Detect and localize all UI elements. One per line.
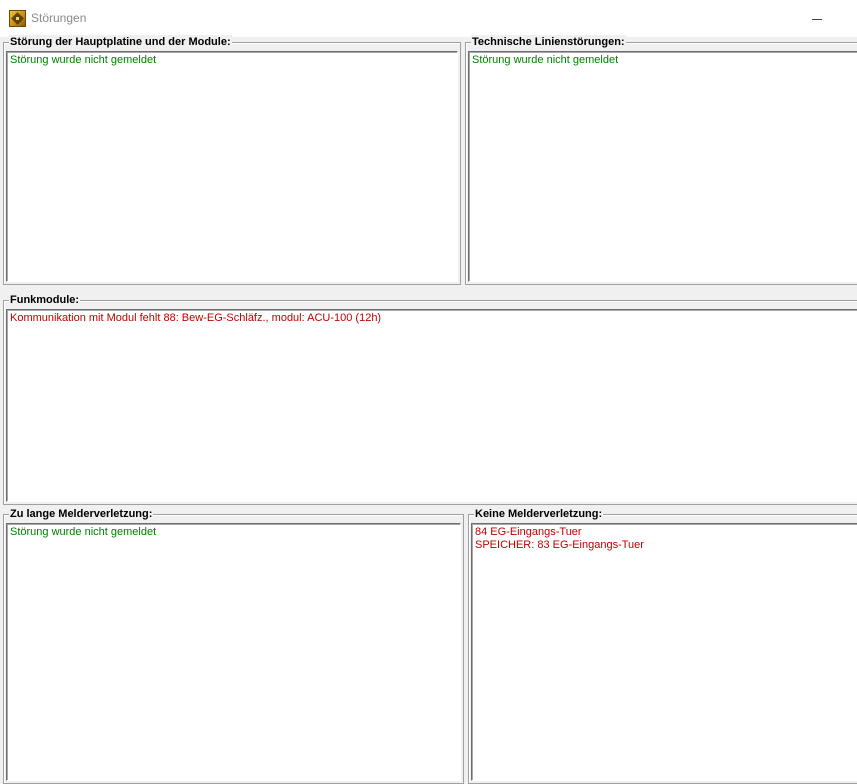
list-item[interactable]: Kommunikation mit Modul fehlt 88: Bew-EG… <box>10 312 857 325</box>
list-linienstoerungen[interactable]: Störung wurde nicht gemeldet <box>468 51 857 282</box>
group-title-linienstoerungen: Technische Linienstörungen: <box>471 35 626 49</box>
group-title-funkmodule: Funkmodule: <box>9 293 81 307</box>
window-title: Störungen <box>31 11 87 25</box>
list-item[interactable]: Störung wurde nicht gemeldet <box>10 526 460 539</box>
list-hauptplatine[interactable]: Störung wurde nicht gemeldet <box>6 51 458 282</box>
list-item[interactable]: Störung wurde nicht gemeldet <box>10 54 457 67</box>
group-title-keine: Keine Melderverletzung: <box>474 507 604 521</box>
list-funkmodule[interactable]: Kommunikation mit Modul fehlt 88: Bew-EG… <box>6 309 857 502</box>
app-icon <box>9 10 26 27</box>
group-funkmodule: Funkmodule: Kommunikation mit Modul fehl… <box>3 293 857 505</box>
title-bar: Störungen <box>0 0 857 37</box>
list-zu-lange[interactable]: Störung wurde nicht gemeldet <box>6 523 461 781</box>
group-linienstoerungen: Technische Linienstörungen: Störung wurd… <box>465 35 857 285</box>
list-item[interactable]: Störung wurde nicht gemeldet <box>472 54 857 67</box>
list-keine[interactable]: 84 EG-Eingangs-Tuer SPEICHER: 83 EG-Eing… <box>471 523 857 781</box>
minimize-icon <box>812 19 822 20</box>
minimize-button[interactable] <box>807 8 827 28</box>
group-hauptplatine: Störung der Hauptplatine und der Module:… <box>3 35 461 285</box>
list-item[interactable]: SPEICHER: 83 EG-Eingangs-Tuer <box>475 539 857 552</box>
group-title-hauptplatine: Störung der Hauptplatine und der Module: <box>9 35 232 49</box>
group-title-zu-lange: Zu lange Melderverletzung: <box>9 507 154 521</box>
group-keine-melderverletzung: Keine Melderverletzung: 84 EG-Eingangs-T… <box>468 507 857 784</box>
list-item[interactable]: 84 EG-Eingangs-Tuer <box>475 526 857 539</box>
group-zu-lange-melderverletzung: Zu lange Melderverletzung: Störung wurde… <box>3 507 464 784</box>
